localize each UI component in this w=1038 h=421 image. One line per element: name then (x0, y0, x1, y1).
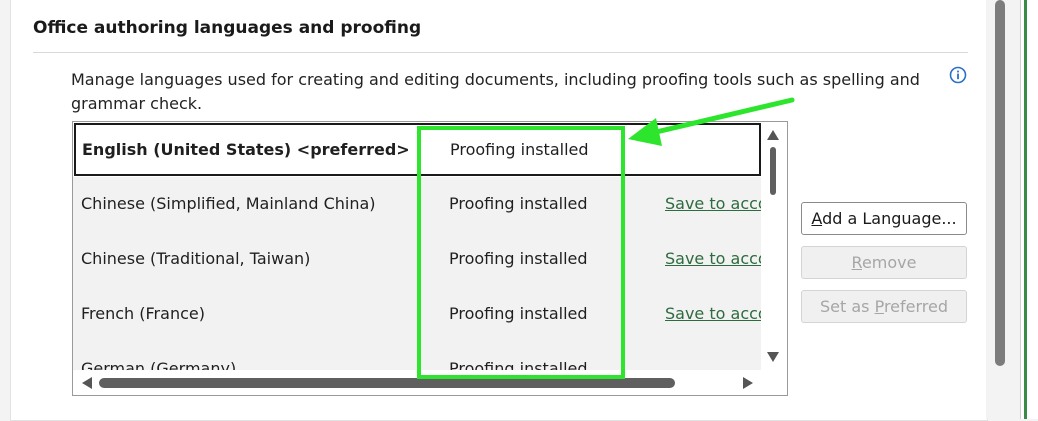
section-title: Office authoring languages and proofing (33, 18, 422, 38)
language-name: French (France) (81, 304, 205, 323)
language-row-chinese-simplified[interactable]: Chinese (Simplified, Mainland China) Pro… (73, 177, 761, 232)
language-row-chinese-traditional[interactable]: Chinese (Traditional, Taiwan) Proofing i… (73, 232, 761, 287)
remove-label-post: emove (861, 253, 917, 272)
list-vertical-scrollbar[interactable] (761, 122, 787, 370)
save-to-account-link[interactable]: Save to account (665, 249, 761, 268)
set-preferred-label-pre: Set as (819, 297, 875, 316)
language-name: English (United States) <preferred> (82, 140, 410, 159)
scroll-right-icon[interactable] (743, 377, 753, 389)
language-list[interactable]: English (United States) <preferred> Proo… (72, 121, 788, 396)
add-language-button[interactable]: Add a Language... (801, 202, 967, 235)
remove-button[interactable]: Remove (801, 246, 967, 279)
options-panel: Office authoring languages and proofing … (0, 0, 988, 421)
remove-accel: R (851, 253, 862, 272)
section-description: Manage languages used for creating and e… (71, 70, 920, 113)
language-name: Chinese (Simplified, Mainland China) (81, 194, 376, 213)
horizontal-scroll-thumb[interactable] (99, 378, 675, 388)
scroll-up-icon[interactable] (767, 130, 779, 140)
window-edge (1020, 0, 1038, 419)
page-scroll-thumb[interactable] (995, 0, 1005, 366)
info-icon[interactable] (949, 66, 967, 84)
vertical-scroll-thumb[interactable] (770, 147, 776, 195)
save-to-account-link[interactable]: Save to account (665, 304, 761, 323)
window-edge-accent (1024, 0, 1027, 419)
add-language-label-post: dd a Language... (822, 209, 957, 228)
proofing-status: Proofing installed (449, 194, 588, 213)
language-row-french[interactable]: French (France) Proofing installed Save … (73, 287, 761, 342)
list-horizontal-scrollbar[interactable] (73, 370, 787, 395)
section-divider (33, 52, 968, 53)
set-as-preferred-button[interactable]: Set as Preferred (801, 290, 967, 323)
language-row-english[interactable]: English (United States) <preferred> Proo… (74, 123, 761, 176)
add-language-accel: A (811, 209, 823, 228)
scroll-down-icon[interactable] (767, 352, 779, 362)
proofing-status: Proofing installed (449, 304, 588, 323)
save-to-account-link[interactable]: Save to account (665, 194, 761, 213)
set-preferred-label-post: referred (883, 297, 949, 316)
proofing-status: Proofing installed (450, 140, 589, 159)
proofing-status: Proofing installed (449, 249, 588, 268)
page-scrollbar[interactable] (986, 0, 1020, 419)
language-name: Chinese (Traditional, Taiwan) (81, 249, 311, 268)
scroll-left-icon[interactable] (82, 377, 92, 389)
set-preferred-accel: P (874, 297, 884, 316)
